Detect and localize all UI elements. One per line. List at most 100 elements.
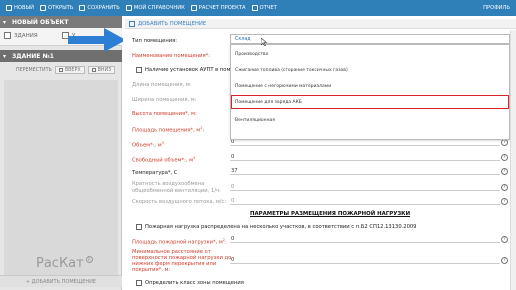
air-exchange-input[interactable]: 0 <box>230 184 500 191</box>
add-room-icon <box>129 20 135 27</box>
free-volume-label-text: Свободный объем*:, м <box>132 157 194 164</box>
volume-label: Объем*:, м3 <box>132 141 164 149</box>
min-distance-label-line4: покрытия*, м: <box>132 267 171 273</box>
width-label: Ширина помещения, м: <box>132 97 197 103</box>
free-volume-unit-sup: 3 <box>193 156 196 160</box>
temperature-label-text: Температура*, C <box>132 170 178 176</box>
app-logo: РасКат R <box>36 256 93 271</box>
air-speed-input[interactable]: 0 <box>230 198 500 205</box>
menu-reference-label: МОЙ СПРАВОЧНИК <box>133 5 185 11</box>
area-label: Площадь помещения*, м2: <box>132 126 204 134</box>
fire-load-area-label: Площадь пожарной нагрузки*, м2: <box>132 238 227 246</box>
tab-buildings[interactable]: ЗДАНИЯ <box>4 32 38 39</box>
area-label-colon: : <box>202 127 205 134</box>
help-icon[interactable]: ? <box>501 168 508 175</box>
fire-load-distributed-label: Пожарная нагрузка распределена на нескол… <box>145 224 417 230</box>
arrow-right-icon <box>68 28 126 52</box>
move-label: ПЕРЕМЕСТИТЬ <box>16 67 52 73</box>
air-exchange-label-line2: общеобменной вентиляции, 1/ч: <box>132 188 221 194</box>
top-menu-bar: НОВЫЙ ОТКРЫТЬ СОХРАНИТЬ МОЙ СПРАВОЧНИК Р… <box>0 0 516 16</box>
fire-load-area-label-colon: : <box>225 239 227 246</box>
menu-calc-label: РАСЧЕТ ПРОЕКТА <box>198 5 246 11</box>
menu-new-button[interactable]: НОВЫЙ <box>6 5 34 11</box>
menu-open-label: ОТКРЫТЬ <box>48 5 74 11</box>
zone-class-label: Определить класс зоны помещения <box>145 280 244 286</box>
chevron-down-icon: ▾ <box>3 19 7 26</box>
room-type-select[interactable]: Склад <box>230 34 510 44</box>
dropdown-option[interactable]: Производство <box>231 47 509 61</box>
calculator-icon <box>190 5 197 11</box>
form-scrollbar[interactable] <box>510 30 516 290</box>
height-label: Высота помещения*, м: <box>132 111 197 117</box>
menu-save-label: СОХРАНИТЬ <box>87 5 120 11</box>
room-type-dropdown: Производство Сжигание топлива (сгорание … <box>230 44 510 140</box>
aupt-checkbox[interactable] <box>136 67 142 73</box>
temperature-input[interactable]: 37 <box>230 168 500 175</box>
book-icon <box>125 5 132 11</box>
free-volume-input[interactable]: 0 <box>230 154 500 161</box>
left-panel: ▾ НОВЫЙ ОБЪЕКТ ЗДАНИЯ У ▾ ЗДАНИЕ №1 ПЕРЕ… <box>0 16 122 290</box>
arrow-down-icon <box>91 68 96 72</box>
report-icon <box>251 5 258 11</box>
temperature-label: Температура*, C <box>132 170 177 176</box>
fire-load-distributed-checkbox[interactable] <box>136 224 142 230</box>
help-icon[interactable]: ? <box>501 139 508 146</box>
chevron-down-icon: ▾ <box>3 53 7 60</box>
menu-open-button[interactable]: ОТКРЫТЬ <box>40 5 73 11</box>
volume-input[interactable]: 0 <box>230 139 500 146</box>
profile-button[interactable]: ПРОФИЛЬ <box>483 5 510 11</box>
open-folder-icon <box>40 5 47 11</box>
zone-class-checkbox[interactable] <box>136 280 142 286</box>
object-header[interactable]: ▾ НОВЫЙ ОБЪЕКТ <box>0 16 122 28</box>
building-icon <box>4 32 11 39</box>
help-icon[interactable]: ? <box>501 184 508 191</box>
volume-unit-sup: 3 <box>161 141 164 145</box>
save-icon <box>79 5 86 11</box>
move-down-label: ВНИЗ <box>97 67 112 73</box>
move-down-button[interactable]: ВНИЗ <box>87 66 116 74</box>
fire-load-area-input[interactable]: 0 <box>230 236 500 243</box>
fire-load-area-label-text: Площадь пожарной нагрузки*, м <box>132 239 223 246</box>
new-file-icon <box>6 5 12 11</box>
rooms-list[interactable] <box>4 80 118 276</box>
mouse-cursor-icon <box>261 38 267 46</box>
registered-icon: R <box>85 256 93 263</box>
dropdown-option-highlighted[interactable]: Помещение для заряда АКБ <box>231 95 509 109</box>
form-header-label: ДОБАВИТЬ ПОМЕЩЕНИЕ <box>138 20 207 27</box>
menu-report-button[interactable]: ОТЧЕТ <box>251 5 277 11</box>
menu-save-button[interactable]: СОХРАНИТЬ <box>79 5 120 11</box>
help-icon[interactable]: ? <box>501 257 508 264</box>
help-icon[interactable]: ? <box>501 154 508 161</box>
menu-reference-button[interactable]: МОЙ СПРАВОЧНИК <box>125 5 185 11</box>
dropdown-option[interactable]: Вентиляционная <box>231 113 509 127</box>
help-icon[interactable]: ? <box>501 198 508 205</box>
dropdown-option[interactable]: Помещение с негорючими материалами <box>231 79 509 93</box>
menu-new-label: НОВЫЙ <box>14 5 35 11</box>
free-volume-label: Свободный объем*:, м3 <box>132 156 195 164</box>
fire-load-section-title: ПАРАМЕТРЫ РАЗМЕЩЕНИЯ ПОЖАРНОЙ НАГРУЗКИ <box>250 211 411 217</box>
add-room-button[interactable]: + ДОБАВИТЬ ПОМЕЩЕНИЕ <box>0 275 122 287</box>
building-title: ЗДАНИЕ №1 <box>12 52 54 60</box>
dropdown-option[interactable]: Сжигание топлива (сгорание токсичных газ… <box>231 63 509 77</box>
aupt-label: Наличие установок АУПТ в помещ <box>145 67 239 73</box>
move-controls: ПЕРЕМЕСТИТЬ ВВЕРХ ВНИЗ <box>0 64 122 76</box>
room-type-selected-value: Склад <box>235 37 251 42</box>
room-name-label: Наименование помещения*: <box>132 53 210 59</box>
air-speed-label: Скорость воздушного потока, м/с: <box>132 199 227 205</box>
area-label-text: Площадь помещения*, м <box>132 127 201 134</box>
object-title: НОВЫЙ ОБЪЕКТ <box>12 18 69 26</box>
logo-text: РасКат <box>36 256 84 271</box>
help-icon[interactable]: ? <box>501 236 508 243</box>
room-type-label: Тип помещения: <box>132 38 177 44</box>
menu-calc-button[interactable]: РАСЧЕТ ПРОЕКТА <box>190 5 246 11</box>
length-label: Длина помещения, м: <box>132 82 192 88</box>
form-header: ДОБАВИТЬ ПОМЕЩЕНИЕ <box>125 19 516 29</box>
menu-report-label: ОТЧЕТ <box>259 5 277 11</box>
arrow-up-icon <box>58 68 63 72</box>
move-up-button[interactable]: ВВЕРХ <box>54 66 85 74</box>
air-exchange-label-line1: Кратность воздухообмена <box>132 181 205 187</box>
volume-label-text: Объем*:, м <box>132 142 162 149</box>
move-up-label: ВВЕРХ <box>64 67 81 73</box>
tab-buildings-label: ЗДАНИЯ <box>14 32 38 39</box>
min-distance-input[interactable]: 0 <box>230 257 500 264</box>
